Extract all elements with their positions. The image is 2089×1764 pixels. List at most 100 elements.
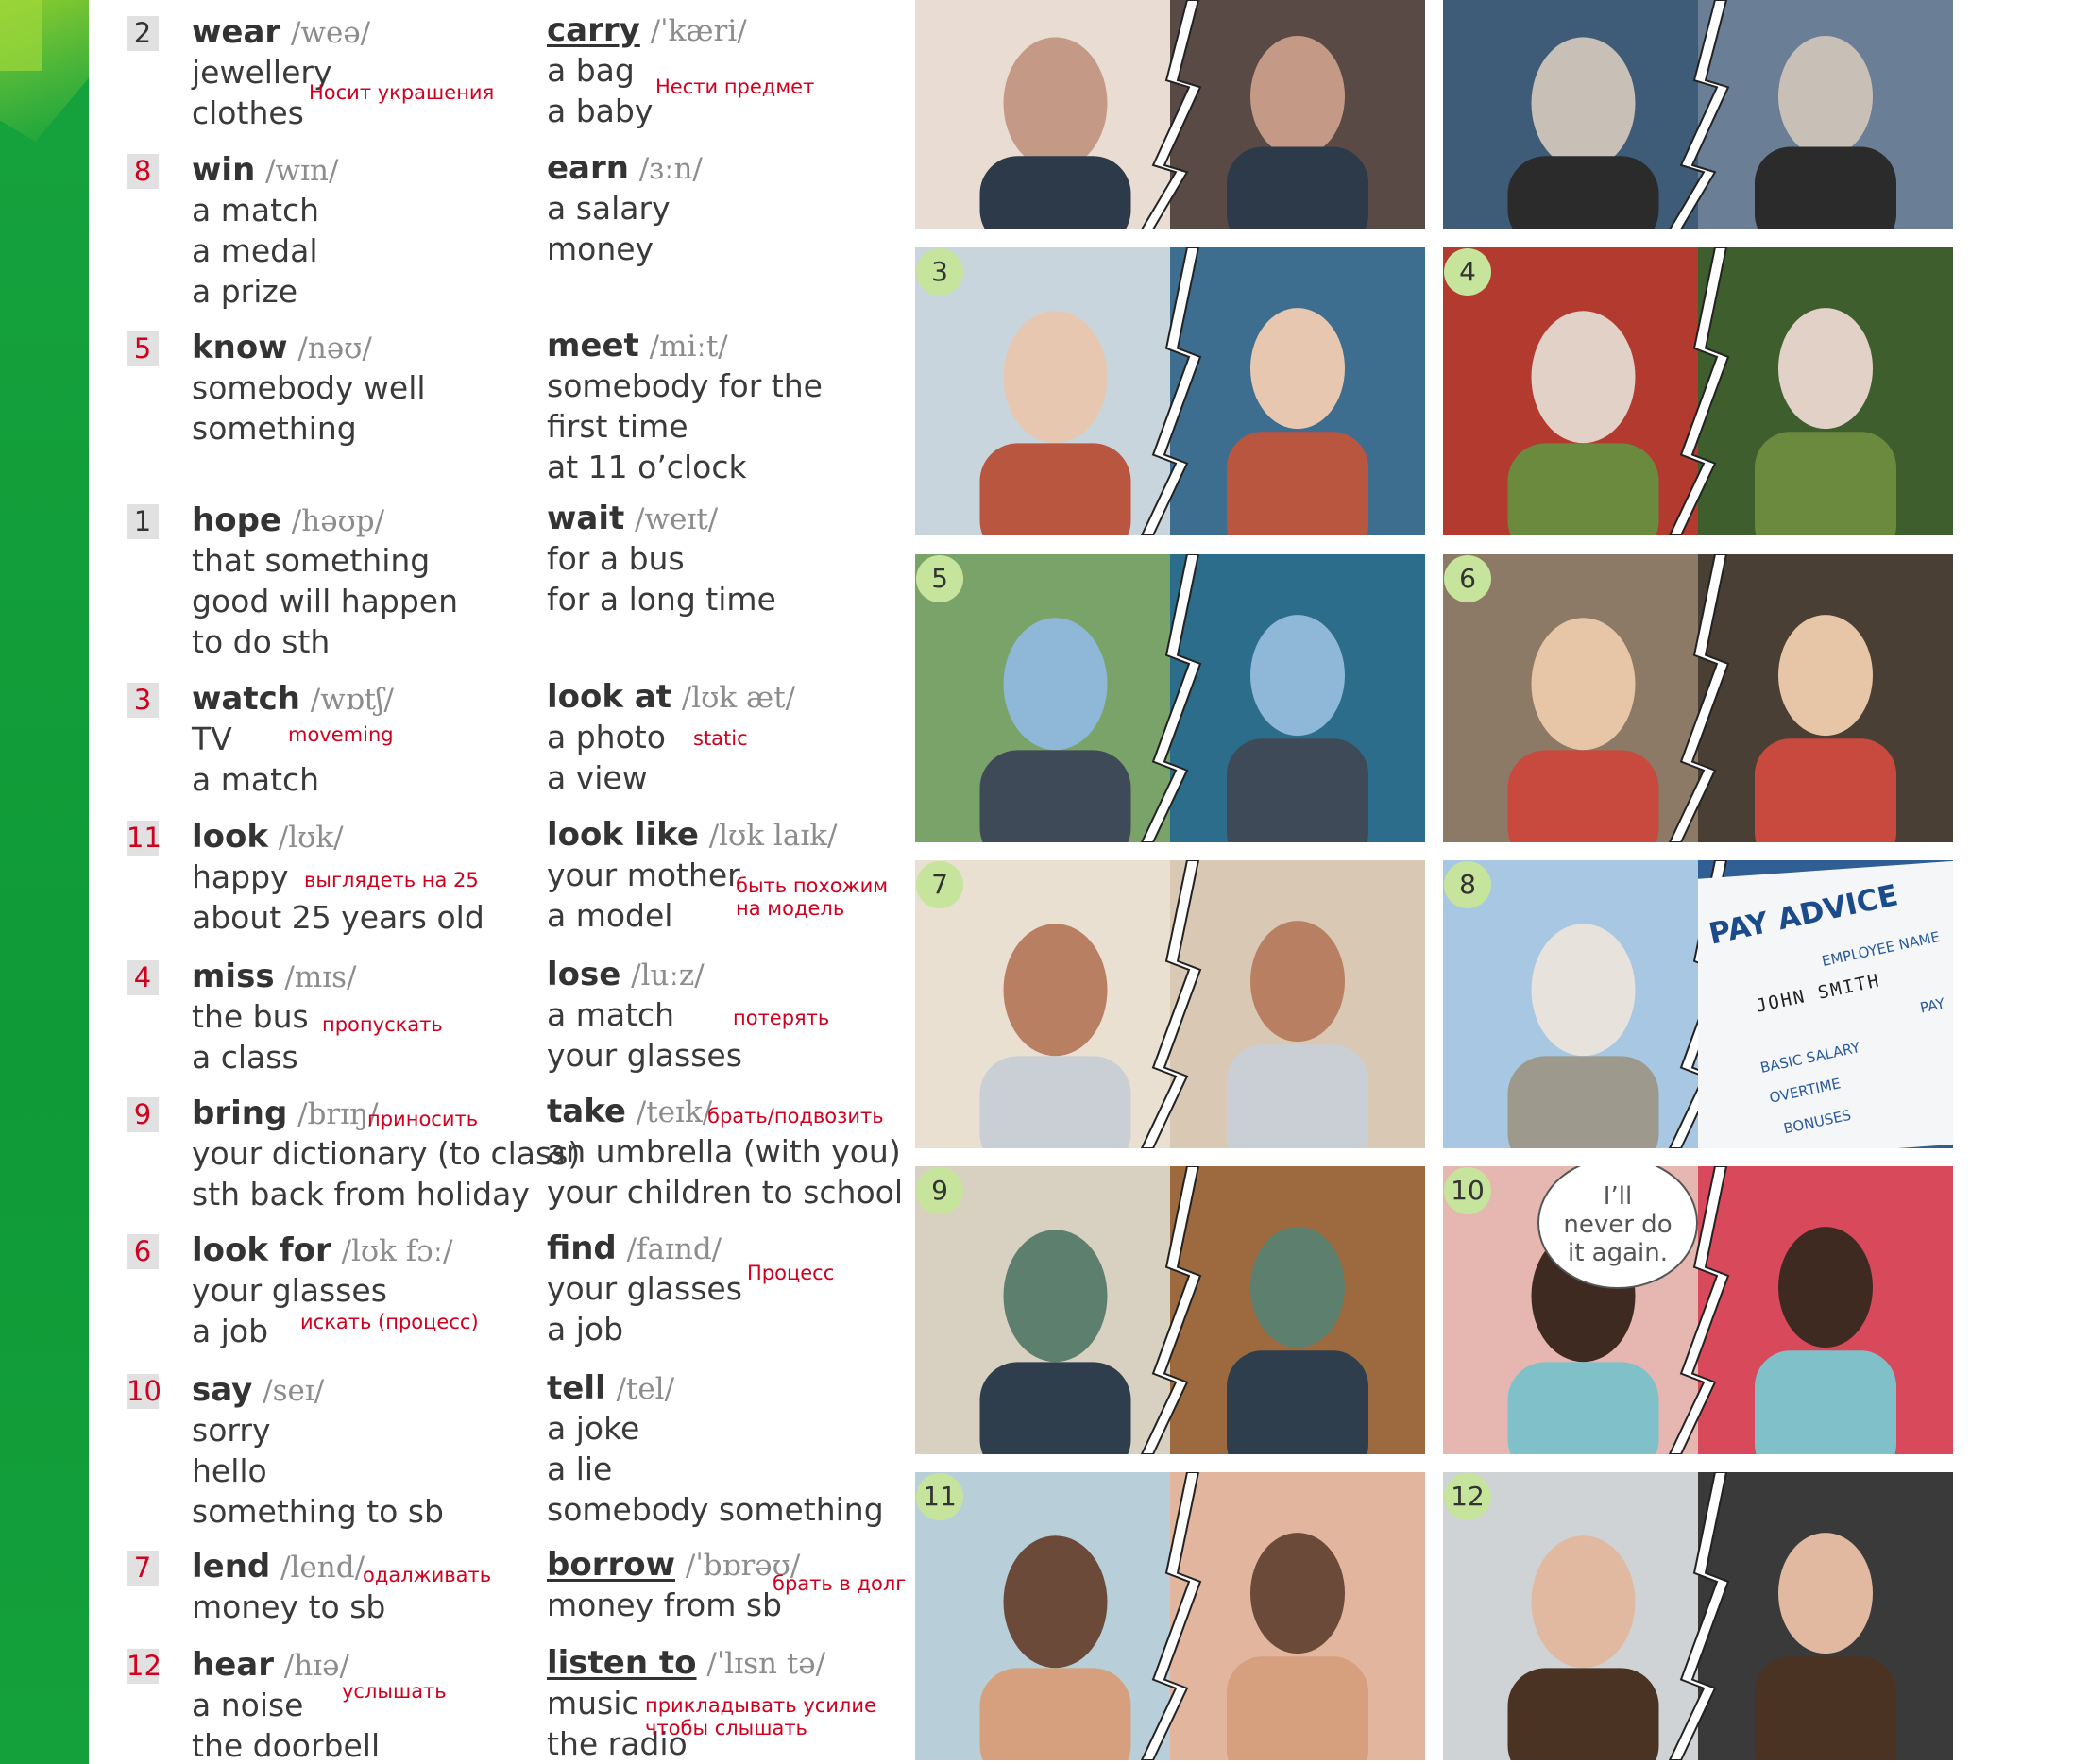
headword: tell /tel/ — [547, 1369, 674, 1407]
photo-number-badge: 8 — [1444, 861, 1491, 908]
headword-pronunciation: /lʊk fɔː/ — [341, 1234, 453, 1268]
entry-number: 9 — [127, 1097, 159, 1132]
headword-verb: tell — [547, 1369, 606, 1407]
collocation: your glasses — [192, 1272, 387, 1309]
headword: say /seɪ/ — [192, 1371, 324, 1409]
leaf-decoration — [0, 0, 42, 71]
headword: wait /weɪt/ — [547, 500, 718, 537]
handwritten-note: одалживать — [363, 1564, 492, 1586]
photo-number-badge: 7 — [916, 861, 963, 908]
entry-number: 3 — [127, 683, 159, 718]
headword: look /lʊk/ — [192, 818, 344, 856]
collocation: good will happen — [192, 583, 458, 619]
headword: hear /hɪə/ — [192, 1646, 349, 1684]
collocation: money to sb — [192, 1588, 386, 1625]
headword-verb: carry — [547, 11, 640, 49]
person-body — [979, 750, 1131, 842]
headword-verb: lose — [547, 956, 621, 993]
entry-number: 1 — [127, 504, 159, 539]
collocation: somebody well — [192, 369, 426, 406]
headword-pronunciation: /wɪn/ — [265, 154, 339, 188]
collocation: money from sb — [547, 1586, 782, 1623]
collocation: hello — [192, 1452, 267, 1489]
person-head — [1531, 37, 1636, 170]
headword-pronunciation: /teɪk/ — [636, 1095, 713, 1129]
collocation: a job — [192, 1313, 269, 1349]
person-head — [1778, 615, 1873, 737]
entry-number: 2 — [127, 16, 159, 51]
person-head — [1250, 615, 1345, 737]
photo-illustration — [1443, 247, 1953, 535]
handwritten-note: Носит украшения — [309, 81, 495, 104]
person-head — [1531, 618, 1636, 751]
person-body — [1227, 432, 1368, 535]
person-body — [979, 1056, 1131, 1148]
headword: look at /lʊk æt/ — [547, 678, 795, 716]
photo-number-badge: 12 — [1444, 1473, 1491, 1520]
headword-verb: win — [192, 151, 256, 189]
headword-pronunciation: /ɜːn/ — [638, 152, 703, 186]
headword: wear /weə/ — [192, 13, 370, 51]
entry-number: 10 — [127, 1374, 161, 1409]
headword-verb: find — [547, 1230, 617, 1267]
collocation: for a long time — [547, 581, 776, 618]
handwritten-note: искать (процесс) — [300, 1311, 479, 1333]
handwritten-note: moveming — [288, 723, 394, 746]
headword-pronunciation: /ˈlɪsn tə/ — [706, 1647, 826, 1681]
person-body — [979, 1362, 1131, 1454]
photo-number-badge: 4 — [1444, 248, 1491, 296]
handwritten-note: на модель — [736, 897, 845, 920]
photo-illustration — [1443, 1166, 1953, 1454]
photo-illustration — [915, 554, 1425, 842]
headword-verb: take — [547, 1093, 626, 1130]
photo-illustration — [915, 1472, 1425, 1760]
headword: take /teɪk/ — [547, 1093, 712, 1130]
collocation: sorry — [192, 1412, 271, 1449]
photo-number-badge: 6 — [1444, 555, 1491, 602]
handwritten-note: чтобы слышать — [645, 1717, 807, 1739]
person-body — [979, 156, 1131, 229]
photo-illustration — [915, 860, 1425, 1148]
collocation: the doorbell — [192, 1727, 381, 1764]
headword-verb: look like — [547, 816, 699, 854]
photo-illustration — [915, 247, 1425, 535]
collocation: at 11 o’clock — [547, 449, 747, 485]
collocation: for a bus — [547, 540, 685, 577]
person-body — [1755, 1656, 1896, 1760]
collocation: that something — [192, 542, 431, 579]
collocation: a prize — [192, 273, 298, 310]
green-margin-band — [0, 0, 89, 1764]
headword-pronunciation: /lʊk laɪk/ — [708, 819, 838, 853]
headword-pronunciation: /nəʊ/ — [297, 331, 372, 365]
photo-9: 9 — [915, 1166, 1425, 1454]
person-body — [1227, 738, 1368, 842]
entry-number: 11 — [127, 821, 161, 856]
photo-10: 10 I’ll never do it again. — [1443, 1166, 1953, 1454]
headword-pronunciation: /lʊk æt/ — [681, 681, 796, 715]
collocation: music — [547, 1685, 639, 1722]
collocation: a class — [192, 1039, 298, 1076]
person-head — [1531, 924, 1636, 1057]
collocation: your children to school — [547, 1174, 904, 1211]
person-body — [1507, 1056, 1659, 1148]
headword: lose /luːz/ — [547, 956, 705, 993]
headword: know /nəʊ/ — [192, 329, 372, 366]
headword-verb: know — [192, 329, 288, 366]
handwritten-note: потерять — [733, 1007, 830, 1029]
headword-pronunciation: /lʊk/ — [278, 821, 344, 855]
person-head — [1778, 1227, 1873, 1348]
person-head — [1003, 924, 1108, 1057]
headword: win /wɪn/ — [192, 151, 338, 189]
person-body — [1755, 1350, 1896, 1454]
collocation: a joke — [547, 1410, 640, 1447]
person-head — [1250, 308, 1345, 430]
photo-5: 5 — [915, 554, 1425, 842]
collocation: an umbrella (with you) — [547, 1133, 901, 1170]
person-body — [1227, 1656, 1368, 1760]
headword-verb: say — [192, 1371, 253, 1409]
handwritten-note: быть похожим — [736, 874, 889, 897]
person-body — [1755, 432, 1896, 535]
entry-number: 7 — [127, 1551, 159, 1586]
person-head — [1250, 1227, 1345, 1348]
headword-pronunciation: /hɪə/ — [283, 1649, 349, 1683]
